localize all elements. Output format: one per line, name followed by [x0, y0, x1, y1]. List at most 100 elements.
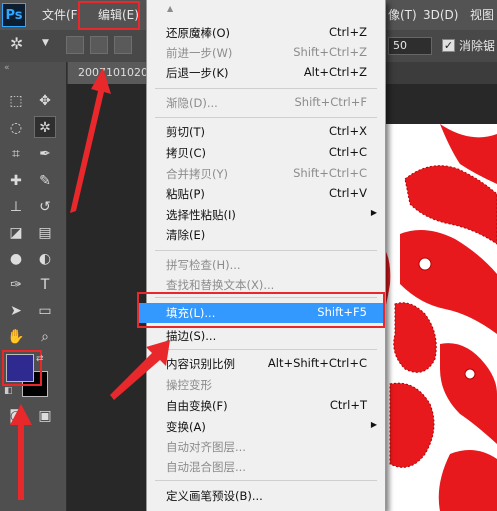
rooster-artwork — [380, 124, 497, 511]
menu-item-stroke[interactable]: 描边(S)... — [147, 326, 385, 346]
type-tool-icon[interactable]: T — [34, 274, 56, 296]
eraser-tool-icon[interactable]: ◪ — [5, 222, 27, 244]
lasso-tool-icon[interactable]: ◌ — [5, 117, 27, 139]
submenu-arrow-icon: ▶ — [370, 420, 377, 429]
edit-menu-dropdown: ▲ 还原魔棒(O) Ctrl+Z 前进一步(W) Shift+Ctrl+Z 后退… — [139, 0, 386, 511]
blur-tool-icon[interactable]: ● — [5, 248, 27, 270]
menu-item-paste-special[interactable]: 选择性粘贴(I) ▶ — [147, 205, 385, 225]
undo-label: 还原魔棒(O) — [166, 26, 231, 40]
paste-special-label: 选择性粘贴(I) — [166, 208, 236, 222]
puppet-warp-label: 操控变形 — [166, 378, 212, 392]
menu-item-step-forward[interactable]: 前进一步(W) Shift+Ctrl+Z — [147, 43, 385, 63]
pen-tool-icon[interactable]: ✑ — [5, 274, 27, 296]
screen-mode-icon[interactable]: ▣ — [34, 405, 56, 427]
scroll-up-icon[interactable]: ▲ — [167, 4, 173, 13]
auto-align-label: 自动对齐图层... — [166, 440, 246, 454]
menu-item-cut[interactable]: 剪切(T) Ctrl+X — [147, 122, 385, 142]
new-selection-icon[interactable] — [66, 36, 84, 54]
menu-separator — [155, 480, 377, 481]
gradient-tool-icon[interactable]: ▤ — [34, 222, 56, 244]
path-selection-tool-icon[interactable]: ➤ — [5, 300, 27, 322]
menu-item-content-aware-scale[interactable]: 内容识别比例 Alt+Shift+Ctrl+C — [147, 354, 385, 374]
clear-label: 清除(E) — [166, 228, 206, 242]
add-selection-icon[interactable] — [90, 36, 108, 54]
swap-colors-icon[interactable]: ⇄ — [36, 354, 44, 364]
fade-shortcut: Shift+Ctrl+F — [294, 95, 368, 109]
menu-view[interactable]: 视图 — [470, 0, 494, 30]
paste-shortcut: Ctrl+V — [329, 186, 367, 200]
menu-item-clear[interactable]: 清除(E) — [147, 225, 385, 245]
antialias-checkbox[interactable]: ✓ — [442, 39, 455, 52]
move-tool-icon[interactable]: ✥ — [34, 90, 56, 112]
rectangle-tool-icon[interactable]: ▭ — [34, 300, 56, 322]
crop-tool-icon[interactable]: ⌗ — [5, 143, 27, 165]
copy-merged-shortcut: Shift+Ctrl+C — [293, 166, 367, 180]
define-brush-label: 定义画笔预设(B)... — [166, 489, 263, 503]
auto-blend-label: 自动混合图层... — [166, 460, 246, 474]
spell-check-label: 拼写检查(H)... — [166, 258, 241, 272]
copy-label: 拷贝(C) — [166, 146, 207, 160]
copy-shortcut: Ctrl+C — [328, 145, 367, 159]
collapse-toolbox-icon[interactable]: « — [4, 63, 10, 73]
menu-separator — [155, 117, 377, 118]
undo-shortcut: Ctrl+Z — [329, 25, 367, 39]
menu-item-step-backward[interactable]: 后退一步(K) Alt+Ctrl+Z — [147, 63, 385, 83]
menu-item-fade[interactable]: 渐隐(D)... Shift+Ctrl+F — [147, 93, 385, 113]
paste-label: 粘贴(P) — [166, 187, 205, 201]
transform-label: 变换(A) — [166, 420, 206, 434]
fade-label: 渐隐(D)... — [166, 96, 218, 110]
default-colors-icon[interactable]: ◧ — [4, 386, 13, 396]
marquee-tool-icon[interactable]: ⬚ — [5, 90, 27, 112]
menu-item-puppet-warp[interactable]: 操控变形 — [147, 375, 385, 395]
preset-dropdown-icon[interactable]: ▼ — [42, 38, 49, 48]
submenu-arrow-icon: ▶ — [370, 208, 377, 217]
menu-separator — [155, 250, 377, 251]
tolerance-input[interactable]: 50 — [388, 37, 432, 55]
zoom-tool-icon[interactable]: ⌕ — [34, 326, 56, 348]
menu-file[interactable]: 文件(F — [42, 0, 78, 30]
clone-stamp-tool-icon[interactable]: ⊥ — [5, 196, 27, 218]
quick-mask-icon[interactable]: ◙ — [5, 405, 27, 427]
menu-item-auto-blend[interactable]: 自动混合图层... — [147, 457, 385, 477]
menu-image[interactable]: 像(T) — [388, 0, 417, 30]
menu-3d[interactable]: 3D(D) — [423, 0, 458, 30]
menu-item-transform[interactable]: 变换(A) ▶ — [147, 417, 385, 437]
free-transform-label: 自由变换(F) — [166, 399, 228, 413]
cut-label: 剪切(T) — [166, 125, 205, 139]
hand-tool-icon[interactable]: ✋ — [5, 326, 27, 348]
fill-highlight-box — [137, 292, 385, 328]
healing-brush-tool-icon[interactable]: ✚ — [5, 170, 27, 192]
step-forward-label: 前进一步(W) — [166, 46, 233, 60]
subtract-selection-icon[interactable] — [114, 36, 132, 54]
antialias-label: 消除锯 — [459, 39, 496, 53]
content-aware-scale-shortcut: Alt+Shift+Ctrl+C — [267, 356, 367, 370]
edit-menu-highlight-box — [78, 1, 140, 30]
content-aware-scale-label: 内容识别比例 — [166, 357, 235, 371]
document-canvas[interactable] — [380, 124, 497, 511]
magic-wand-preset-icon[interactable]: ✲ — [10, 34, 23, 53]
menu-item-paste[interactable]: 粘贴(P) Ctrl+V — [147, 184, 385, 204]
menu-item-free-transform[interactable]: 自由变换(F) Ctrl+T — [147, 396, 385, 416]
document-tab[interactable]: 2007101020 — [68, 62, 150, 84]
cut-shortcut: Ctrl+X — [329, 124, 367, 138]
dodge-tool-icon[interactable]: ◐ — [34, 248, 56, 270]
step-backward-shortcut: Alt+Ctrl+Z — [303, 65, 367, 79]
step-forward-shortcut: Shift+Ctrl+Z — [293, 45, 367, 59]
menu-item-copy[interactable]: 拷贝(C) Ctrl+C — [147, 143, 385, 163]
photoshop-logo: Ps — [2, 3, 26, 27]
free-transform-shortcut: Ctrl+T — [329, 398, 367, 412]
magic-wand-tool-icon[interactable]: ✲ — [34, 116, 56, 138]
menu-item-spell-check[interactable]: 拼写检查(H)... — [147, 255, 385, 275]
menu-item-auto-align[interactable]: 自动对齐图层... — [147, 437, 385, 457]
copy-merged-label: 合并拷贝(Y) — [166, 167, 228, 181]
menu-separator — [155, 349, 377, 350]
menu-item-undo[interactable]: 还原魔棒(O) Ctrl+Z — [147, 23, 385, 43]
eyedropper-tool-icon[interactable]: ✒ — [34, 143, 56, 165]
menu-item-define-brush[interactable]: 定义画笔预设(B)... — [147, 486, 385, 506]
menu-separator — [155, 88, 377, 89]
brush-tool-icon[interactable]: ✎ — [34, 170, 56, 192]
find-replace-label: 查找和替换文本(X)... — [166, 278, 275, 292]
menu-item-copy-merged[interactable]: 合并拷贝(Y) Shift+Ctrl+C — [147, 164, 385, 184]
history-brush-tool-icon[interactable]: ↺ — [34, 196, 56, 218]
step-backward-label: 后退一步(K) — [166, 66, 229, 80]
